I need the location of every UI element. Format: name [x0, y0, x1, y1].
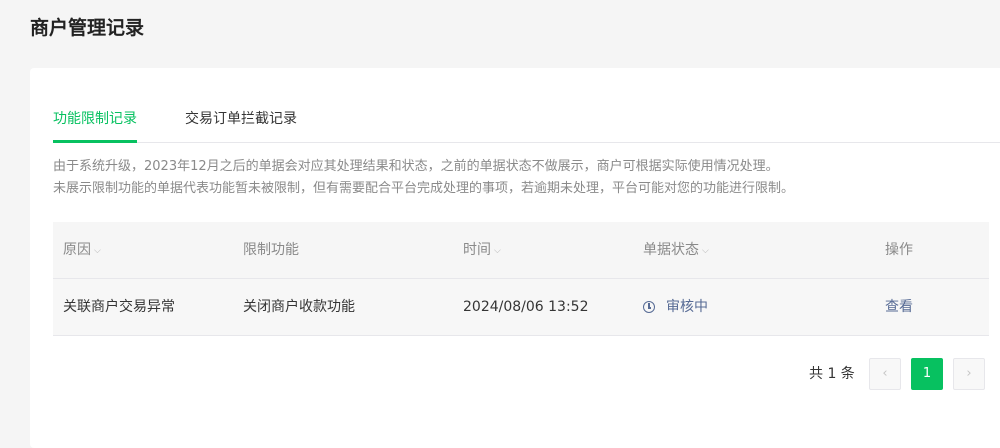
view-link[interactable]: 查看 — [885, 279, 913, 335]
prev-page-button[interactable]: ‹ — [869, 358, 901, 390]
tab-order-interception[interactable]: 交易订单拦截记录 — [185, 106, 297, 142]
chevron-down-icon: ⌵ — [94, 246, 101, 256]
cell-time: 2024/08/06 13:52 — [463, 299, 589, 315]
header-action: 操作 — [885, 242, 913, 258]
notice-text: 由于系统升级，2023年12月之后的单据会对应其处理结果和状态，之前的单据状态不… — [53, 156, 983, 200]
page-1-button[interactable]: 1 — [911, 358, 943, 390]
status-badge: 审核中 — [643, 279, 708, 335]
header-reason[interactable]: 原因 ⌵ — [63, 222, 101, 278]
clock-icon — [643, 301, 655, 313]
table-row: 关联商户交易异常 关闭商户收款功能 2024/08/06 13:52 审核中 查… — [53, 279, 989, 336]
notice-line-2: 未展示限制功能的单据代表功能暂未被限制，但有需要配合平台完成处理的事项，若逾期未… — [53, 181, 795, 196]
chevron-down-icon: ⌵ — [702, 246, 709, 256]
main-card: 功能限制记录 交易订单拦截记录 由于系统升级，2023年12月之后的单据会对应其… — [30, 68, 1000, 448]
chevron-left-icon: ‹ — [882, 366, 888, 381]
notice-line-1: 由于系统升级，2023年12月之后的单据会对应其处理结果和状态，之前的单据状态不… — [53, 159, 779, 174]
records-table: 原因 ⌵ 限制功能 时间 ⌵ 单据状态 ⌵ 操作 关联商户交易异常 关闭商户收款功能 … — [53, 222, 989, 336]
table-header: 原因 ⌵ 限制功能 时间 ⌵ 单据状态 ⌵ 操作 — [53, 222, 989, 279]
cell-reason: 关联商户交易异常 — [63, 299, 175, 315]
header-status[interactable]: 单据状态 ⌵ — [643, 222, 709, 278]
header-time[interactable]: 时间 ⌵ — [463, 222, 501, 278]
cell-function: 关闭商户收款功能 — [243, 299, 355, 315]
tab-bar: 功能限制记录 交易订单拦截记录 — [53, 106, 1000, 143]
tab-function-restriction[interactable]: 功能限制记录 — [53, 106, 137, 143]
chevron-right-icon: › — [966, 366, 972, 381]
next-page-button[interactable]: › — [953, 358, 985, 390]
chevron-down-icon: ⌵ — [494, 246, 501, 256]
header-function: 限制功能 — [243, 242, 299, 258]
page-title: 商户管理记录 — [30, 17, 145, 39]
total-count: 共 1 条 — [809, 366, 855, 382]
